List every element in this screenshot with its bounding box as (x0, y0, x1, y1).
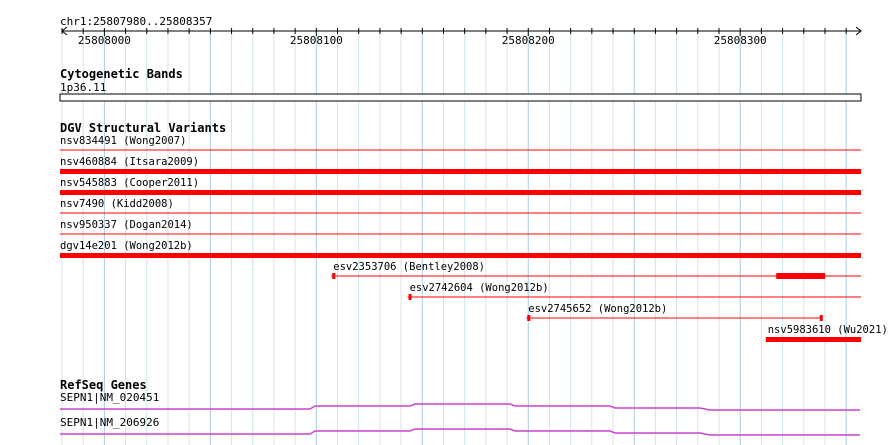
structural-variant[interactable]: nsv950337 (Dogan2014) (60, 219, 861, 235)
ruler-location-label: chr1:25807980..25808357 (60, 15, 212, 28)
variant-bar[interactable] (765, 337, 861, 342)
ruler-tick-label: 25808300 (714, 34, 767, 47)
variant-label: esv2742604 (Wong2012b) (410, 282, 549, 294)
cytoband-track-title: Cytogenetic Bands (60, 67, 183, 81)
structural-variant[interactable]: esv2353706 (Bentley2008) (331, 261, 861, 279)
cytoband-bar[interactable] (59, 93, 862, 102)
variant-label: nsv5983610 (Wu2021) (768, 324, 888, 336)
position-ruler[interactable]: 25808000 25808100 25808200 25808300 (61, 26, 862, 47)
cytoband-label: 1p36.11 (60, 81, 106, 94)
genome-browser-view[interactable]: chr1:25807980..25808357 25808000 25808100… (0, 0, 890, 445)
variant-end-cap (819, 315, 823, 321)
refseq-track-title: RefSeq Genes (60, 378, 147, 392)
ruler-tick-label: 25808000 (78, 34, 131, 47)
variant-label: nsv460884 (Itsara2009) (60, 156, 199, 168)
gene-label: SEPN1|NM_020451 (60, 391, 159, 404)
variant-label: nsv950337 (Dogan2014) (60, 219, 193, 231)
variant-start-cap (332, 273, 336, 279)
variant-thick-segment[interactable] (776, 273, 825, 279)
variant-label: dgv14e201 (Wong2012b) (60, 240, 193, 252)
structural-variant[interactable]: nsv5983610 (Wu2021) (765, 324, 888, 342)
variant-start-cap (527, 315, 531, 321)
gene-label: SEPN1|NM_206926 (60, 416, 159, 429)
structural-variant[interactable]: nsv545883 (Cooper2011) (60, 177, 861, 195)
variant-label: nsv545883 (Cooper2011) (60, 177, 199, 189)
ruler-tick-label: 25808100 (290, 34, 343, 47)
variant-start-cap (408, 294, 412, 300)
variant-bar[interactable] (60, 253, 861, 258)
track-canvas: chr1:25807980..25808357 25808000 25808100… (59, 15, 888, 445)
structural-variant[interactable]: dgv14e201 (Wong2012b) (60, 240, 861, 258)
dgv-features: nsv834491 (Wong2007) nsv460884 (Itsara200… (60, 135, 888, 342)
dgv-track-title: DGV Structural Variants (60, 121, 226, 135)
variant-label: esv2353706 (Bentley2008) (333, 261, 485, 273)
ruler-tick-label: 25808200 (502, 34, 555, 47)
structural-variant[interactable]: nsv460884 (Itsara2009) (60, 156, 861, 174)
variant-bar[interactable] (60, 169, 861, 174)
structural-variant[interactable]: nsv834491 (Wong2007) (60, 135, 861, 151)
structural-variant[interactable]: nsv7490 (Kidd2008) (60, 198, 861, 214)
variant-bar[interactable] (60, 190, 861, 195)
variant-label: nsv834491 (Wong2007) (60, 135, 186, 147)
structural-variant[interactable]: esv2745652 (Wong2012b) (526, 303, 823, 321)
variant-label: esv2745652 (Wong2012b) (528, 303, 667, 315)
variant-label: nsv7490 (Kidd2008) (60, 198, 174, 210)
